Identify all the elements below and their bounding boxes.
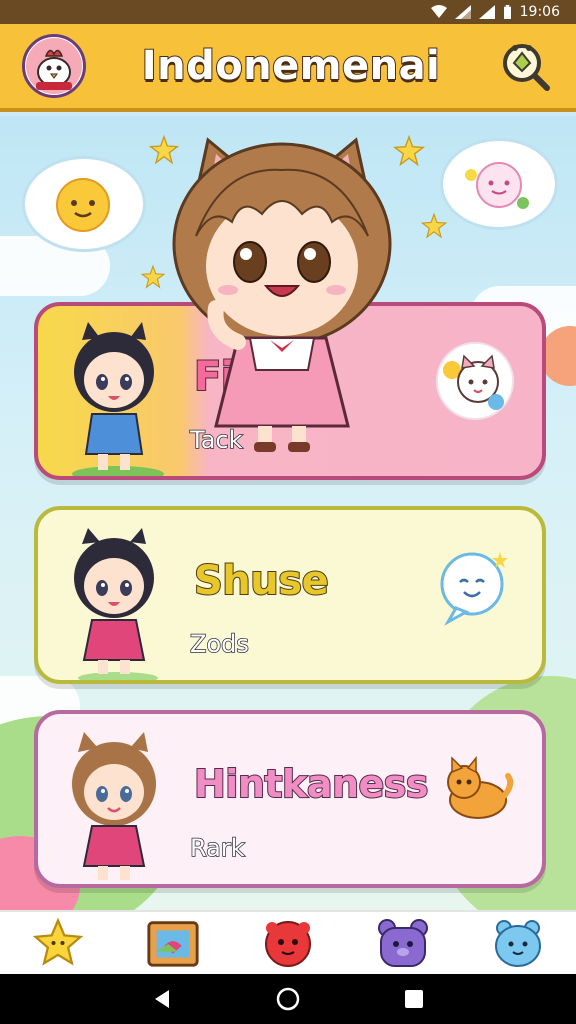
card-title: Hintkaness (193, 761, 430, 807)
wifi-icon (430, 5, 447, 18)
back-icon[interactable] (151, 988, 173, 1010)
app-header: Indonemenai (0, 24, 576, 112)
character-icon (72, 732, 156, 880)
card-subtitle: Rark (189, 833, 245, 863)
battery-icon (503, 5, 511, 19)
nav-item-star[interactable] (30, 915, 86, 971)
flower-face-icon (465, 162, 529, 209)
nav-item-monster[interactable] (260, 915, 316, 971)
menu-card-2[interactable]: Shuse Zods (34, 506, 546, 684)
red-monster-icon (264, 921, 311, 967)
avatar[interactable] (22, 34, 86, 98)
status-bar: 19:06 (0, 0, 576, 24)
signal-icon-2 (478, 5, 495, 19)
flower-bubble (440, 138, 558, 230)
cat-sticker-icon (436, 342, 514, 420)
blue-bear-icon (495, 920, 542, 967)
recents-icon[interactable] (403, 988, 425, 1010)
nav-item-gallery[interactable] (145, 915, 201, 971)
card-title: Shuse (193, 557, 330, 605)
search-icon (502, 44, 550, 91)
system-nav-bar (0, 974, 576, 1024)
menu-card-3[interactable]: Hintkaness Rark (34, 710, 546, 888)
photo-frame-icon (147, 921, 199, 967)
sparkle-star-icon (420, 212, 448, 239)
bottom-nav (0, 910, 576, 974)
card-subtitle: Zods (189, 629, 249, 659)
purple-bear-icon (378, 919, 429, 967)
orange-cat-icon (447, 755, 514, 819)
character-icon (72, 322, 164, 476)
home-icon[interactable] (276, 987, 300, 1011)
nav-item-bear[interactable] (375, 915, 431, 971)
sun-bubble (22, 156, 146, 252)
signal-icon (454, 5, 471, 19)
sun-icon (56, 178, 110, 232)
search-button[interactable] (496, 37, 554, 95)
speech-bubble-face-icon (440, 552, 508, 626)
nav-item-blue-bear[interactable] (490, 915, 546, 971)
status-time: 19:06 (519, 4, 560, 20)
star-icon (32, 917, 83, 966)
character-icon (74, 528, 158, 680)
app-title: Indonemenai (141, 42, 441, 90)
chicken-mascot-icon (26, 38, 82, 94)
main-mascot-character (172, 137, 392, 452)
